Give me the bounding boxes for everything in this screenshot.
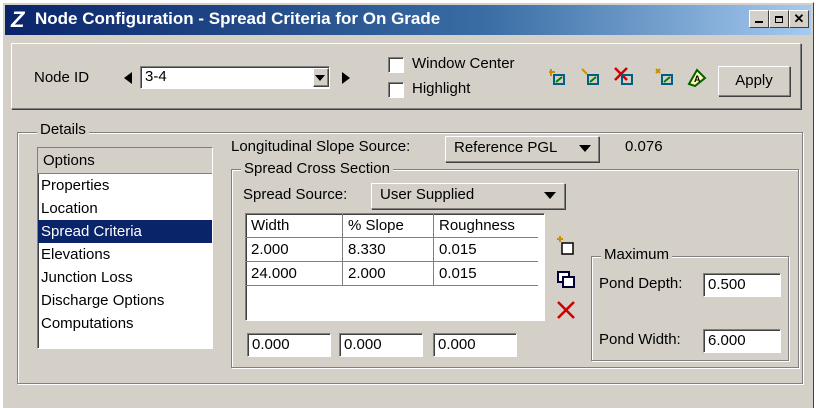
minimize-button[interactable] bbox=[749, 10, 769, 28]
toolbar-panel: Node ID 3-4 Window Center Highlight A Ap… bbox=[11, 43, 801, 109]
close-button[interactable]: ✕ bbox=[789, 10, 809, 28]
pond-depth-label: Pond Depth: bbox=[599, 275, 683, 292]
edit-node-glyph bbox=[655, 68, 673, 85]
delete-node-icon[interactable] bbox=[612, 66, 636, 90]
delete-row-icon[interactable] bbox=[555, 299, 577, 321]
prev-node-arrow-icon[interactable] bbox=[124, 72, 132, 84]
chevron-down-icon bbox=[579, 145, 591, 152]
apply-button[interactable]: Apply bbox=[718, 66, 790, 96]
long-slope-number: 0.076 bbox=[625, 138, 663, 155]
column-header-slope: % Slope bbox=[342, 214, 434, 238]
cell-slope[interactable]: 8.330 bbox=[342, 237, 434, 262]
add-node-glyph bbox=[549, 69, 565, 85]
spread-source-value: User Supplied bbox=[380, 186, 475, 203]
maximize-button[interactable] bbox=[769, 10, 789, 28]
column-header-width: Width bbox=[246, 214, 343, 238]
apply-label: Apply bbox=[735, 72, 773, 89]
chevron-down-icon bbox=[544, 192, 556, 199]
app-z-icon: Z bbox=[11, 7, 25, 32]
window-title: Node Configuration - Spread Criteria for… bbox=[35, 9, 441, 28]
options-items: Properties Location Spread Criteria Elevati… bbox=[38, 174, 212, 335]
cell-width[interactable]: 24.000 bbox=[246, 261, 343, 286]
slope-entry-field[interactable]: 0.000 bbox=[339, 333, 423, 357]
options-item-computations[interactable]: Computations bbox=[38, 312, 212, 335]
dialog-window: Z Node Configuration - Spread Criteria f… bbox=[2, 2, 814, 408]
close-icon: ✕ bbox=[793, 11, 805, 26]
options-item-properties[interactable]: Properties bbox=[38, 174, 212, 197]
add-node-icon[interactable] bbox=[544, 66, 568, 90]
chevron-down-icon bbox=[315, 75, 325, 81]
node-id-label: Node ID bbox=[34, 69, 90, 86]
pond-depth-field[interactable]: 0.500 bbox=[703, 273, 781, 297]
maximize-icon bbox=[775, 16, 783, 23]
window-center-checkbox[interactable] bbox=[388, 57, 404, 73]
options-item-elevations[interactable]: Elevations bbox=[38, 243, 212, 266]
new-row-icon[interactable] bbox=[555, 235, 577, 257]
long-slope-dropdown[interactable]: Reference PGL bbox=[445, 136, 599, 162]
new-row-glyph bbox=[557, 236, 574, 255]
cell-roughness[interactable]: 0.015 bbox=[433, 237, 538, 262]
minimize-icon bbox=[755, 21, 763, 23]
table-row[interactable]: 24.000 2.000 0.015 bbox=[246, 261, 538, 286]
node-id-dropdown-button[interactable] bbox=[313, 68, 329, 87]
spread-section-label: Spread Cross Section bbox=[241, 160, 393, 177]
long-slope-label: Longitudinal Slope Source: bbox=[231, 138, 411, 155]
table-row[interactable]: 2.000 8.330 0.015 bbox=[246, 237, 538, 262]
highlight-label: Highlight bbox=[412, 80, 471, 97]
options-item-spread-criteria[interactable]: Spread Criteria bbox=[38, 220, 212, 243]
spread-source-dropdown[interactable]: User Supplied bbox=[371, 183, 565, 209]
table-header-row: Width % Slope Roughness bbox=[246, 214, 538, 238]
details-group-label: Details bbox=[37, 121, 89, 138]
cell-slope[interactable]: 2.000 bbox=[342, 261, 434, 286]
delete-row-glyph bbox=[557, 301, 575, 319]
copy-row-glyph bbox=[557, 271, 575, 288]
copy-row-icon[interactable] bbox=[555, 269, 577, 291]
cell-width[interactable]: 2.000 bbox=[246, 237, 343, 262]
select-node-glyph bbox=[581, 68, 599, 85]
annotate-node-glyph: A bbox=[687, 68, 707, 88]
pond-width-label: Pond Width: bbox=[599, 331, 681, 348]
node-id-combobox[interactable]: 3-4 bbox=[140, 66, 330, 89]
spread-table[interactable]: Width % Slope Roughness 2.000 8.330 0.01… bbox=[245, 213, 545, 321]
options-header: Options bbox=[38, 148, 212, 174]
width-entry-field[interactable]: 0.000 bbox=[247, 333, 331, 357]
highlight-checkbox[interactable] bbox=[388, 82, 404, 98]
annotate-node-icon[interactable]: A bbox=[684, 66, 708, 90]
long-slope-value: Reference PGL bbox=[454, 139, 558, 156]
edit-node-icon[interactable] bbox=[652, 66, 676, 90]
options-item-discharge-options[interactable]: Discharge Options bbox=[38, 289, 212, 312]
svg-text:A: A bbox=[694, 74, 701, 84]
options-list[interactable]: Options Properties Location Spread Criteri… bbox=[37, 147, 213, 349]
pond-width-field[interactable]: 6.000 bbox=[703, 329, 781, 353]
column-header-roughness: Roughness bbox=[433, 214, 538, 238]
spread-grid: Width % Slope Roughness 2.000 8.330 0.01… bbox=[246, 214, 538, 286]
options-item-location[interactable]: Location bbox=[38, 197, 212, 220]
select-node-icon[interactable] bbox=[578, 66, 602, 90]
options-item-junction-loss[interactable]: Junction Loss bbox=[38, 266, 212, 289]
cell-roughness[interactable]: 0.015 bbox=[433, 261, 538, 286]
delete-node-glyph bbox=[614, 67, 633, 85]
spread-source-label: Spread Source: bbox=[243, 186, 348, 203]
roughness-entry-field[interactable]: 0.000 bbox=[433, 333, 517, 357]
title-bar[interactable]: Z Node Configuration - Spread Criteria f… bbox=[5, 5, 811, 35]
next-node-arrow-icon[interactable] bbox=[342, 72, 350, 84]
maximum-group-label: Maximum bbox=[601, 246, 673, 263]
window-center-label: Window Center bbox=[412, 55, 515, 72]
node-id-value: 3-4 bbox=[145, 68, 167, 85]
